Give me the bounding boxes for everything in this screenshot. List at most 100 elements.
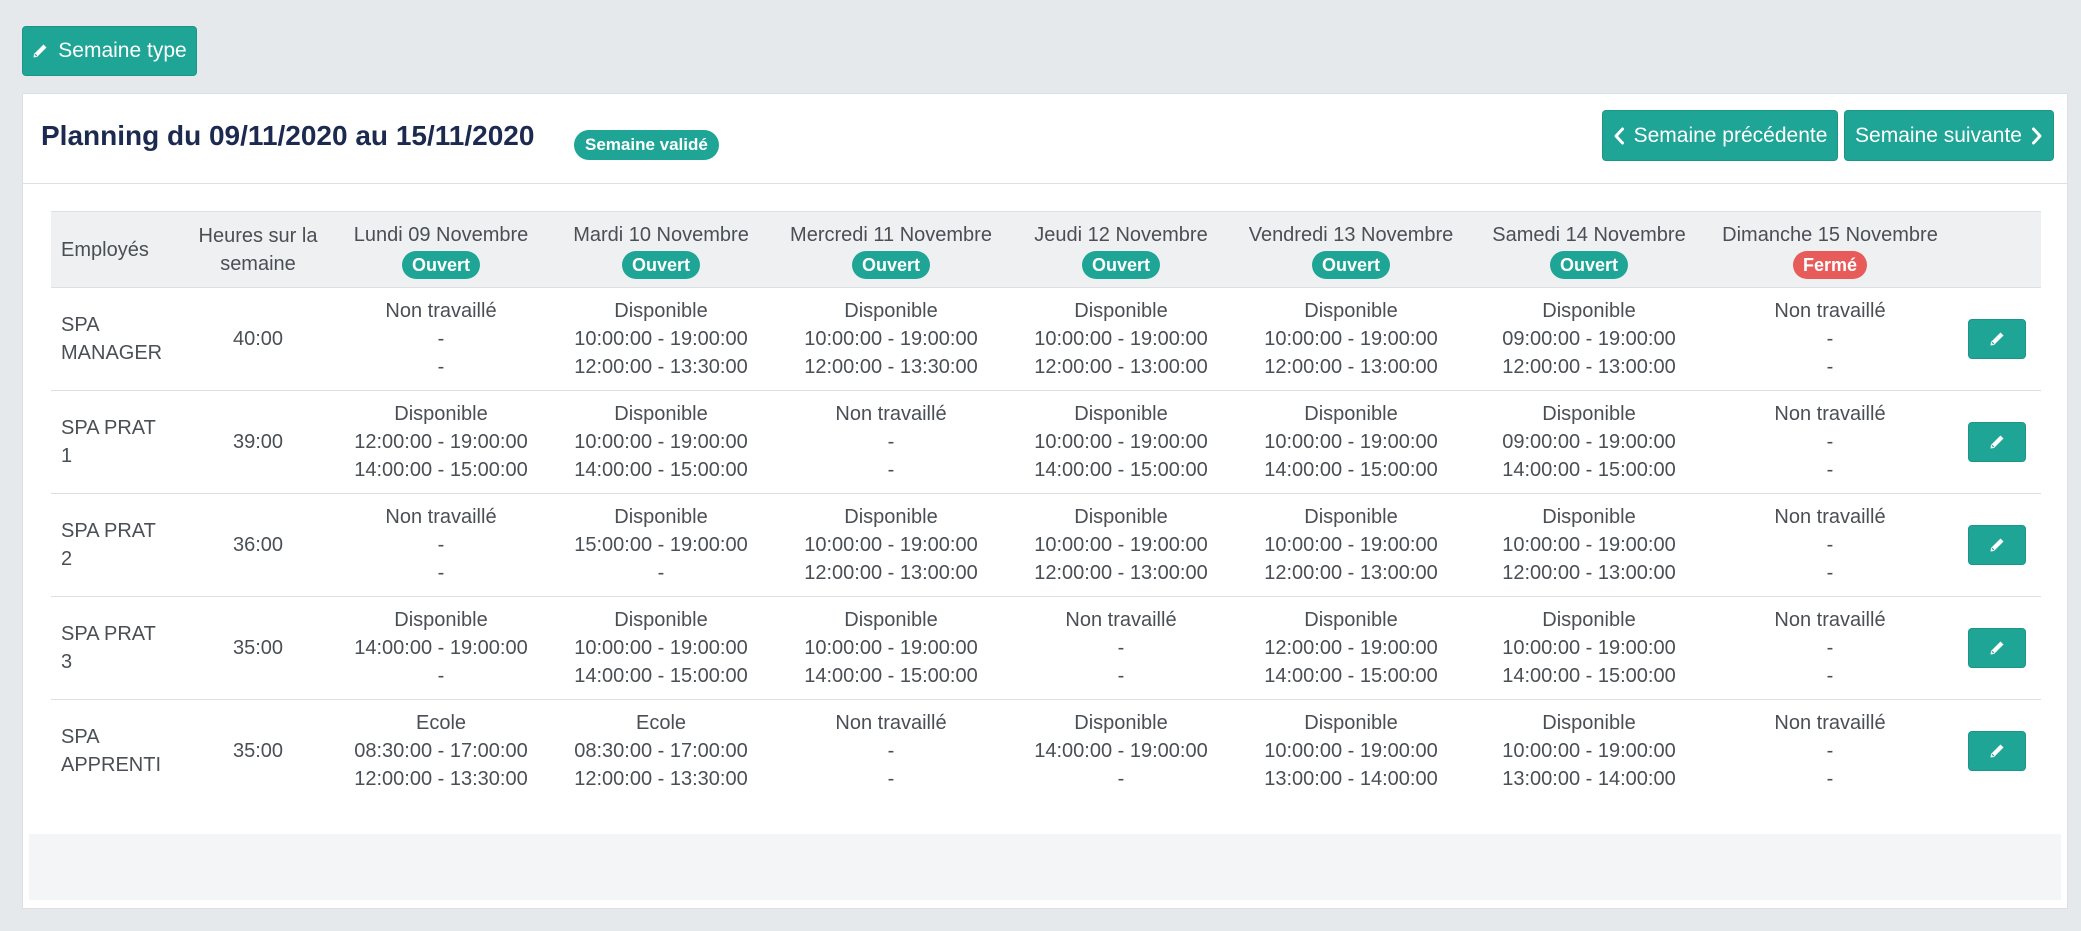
row-actions-cell	[1953, 287, 2041, 391]
previous-week-button[interactable]: Semaine précédente	[1602, 110, 1838, 161]
schedule-line: -	[437, 328, 445, 350]
schedule-line: -	[887, 431, 895, 453]
schedule-line: -	[1826, 637, 1834, 659]
day-status-badge: Ouvert	[851, 250, 931, 279]
table-row: SPA MANAGER 40:00 Non travaillé - - Disponible…	[51, 287, 2041, 391]
day-schedule-cell: Disponible 12:00:00 - 19:00:00 14:00:00 - …	[331, 390, 551, 494]
schedule-line: 14:00:00 - 15:00:00	[574, 459, 748, 481]
day-schedule-cell: Non travaillé - -	[1707, 390, 1953, 494]
schedule-line: -	[887, 459, 895, 481]
edit-schedule-button[interactable]	[1968, 628, 2026, 668]
schedule-line: Disponible	[394, 403, 488, 425]
schedule-line: 12:00:00 - 13:00:00	[1264, 562, 1438, 584]
schedule-line: Non travaillé	[1774, 403, 1886, 425]
employee-name-line2: 1	[61, 445, 73, 467]
schedule-line: 12:00:00 - 13:30:00	[804, 356, 978, 378]
planning-table-body: SPA MANAGER 40:00 Non travaillé - - Disponible…	[51, 287, 2041, 803]
schedule-line: 14:00:00 - 15:00:00	[1264, 665, 1438, 687]
schedule-line: Disponible	[844, 300, 938, 322]
day-schedule-cell: Non travaillé - -	[1707, 700, 1953, 803]
schedule-line: 10:00:00 - 19:00:00	[1502, 637, 1676, 659]
schedule-line: Disponible	[1304, 403, 1398, 425]
edit-schedule-button[interactable]	[1968, 319, 2026, 359]
weekly-hours-cell: 39:00	[185, 390, 331, 494]
day-schedule-cell: Disponible 10:00:00 - 19:00:00 12:00:00 - …	[1011, 493, 1231, 597]
employee-name-line2: 2	[61, 548, 73, 570]
schedule-line: 10:00:00 - 19:00:00	[1502, 534, 1676, 556]
schedule-line: 14:00:00 - 15:00:00	[574, 665, 748, 687]
schedule-line: Disponible	[1304, 506, 1398, 528]
pencil-icon	[1990, 538, 2004, 552]
day-schedule-cell: Disponible 10:00:00 - 19:00:00 12:00:00 - …	[771, 287, 1011, 391]
schedule-line: Disponible	[614, 300, 708, 322]
schedule-line: 10:00:00 - 19:00:00	[1264, 328, 1438, 350]
schedule-line: Disponible	[614, 609, 708, 631]
schedule-line: Non travaillé	[835, 712, 947, 735]
table-header-row: Employés Heures sur la semaine Lundi 09 …	[51, 211, 2041, 288]
next-week-label: Semaine suivante	[1855, 123, 2022, 147]
schedule-line: 12:00:00 - 13:00:00	[804, 562, 978, 584]
schedule-line: Disponible	[394, 609, 488, 631]
schedule-line: 14:00:00 - 15:00:00	[1502, 459, 1676, 481]
day-column-header: Dimanche 15 Novembre Fermé	[1707, 211, 1953, 288]
employee-name-cell: SPA PRAT 2	[51, 493, 185, 597]
semaine-type-button[interactable]: Semaine type	[22, 26, 197, 76]
actions-column-header	[1953, 211, 2041, 288]
schedule-line: 09:00:00 - 19:00:00	[1502, 431, 1676, 453]
schedule-line: 10:00:00 - 19:00:00	[1264, 431, 1438, 453]
schedule-line: Disponible	[614, 506, 708, 528]
schedule-line: 08:30:00 - 17:00:00	[354, 740, 528, 763]
schedule-line: -	[1826, 431, 1834, 453]
next-week-button[interactable]: Semaine suivante	[1844, 110, 2054, 161]
day-label: Mercredi 11 Novembre	[790, 223, 992, 246]
day-schedule-cell: Non travaillé - -	[331, 287, 551, 391]
edit-schedule-button[interactable]	[1968, 422, 2026, 462]
schedule-line: -	[437, 534, 445, 556]
day-status-badge: Fermé	[1792, 250, 1868, 279]
employee-name-cell: SPA PRAT 3	[51, 596, 185, 700]
weekly-hours-cell: 35:00	[232, 740, 284, 763]
table-row: SPA APPRENTI 35:00 Ecole 08:30:00 - 17:00:00…	[51, 700, 2041, 803]
schedule-line: Ecole	[635, 712, 687, 735]
day-schedule-cell: Non travaillé - -	[771, 390, 1011, 494]
schedule-line: -	[1826, 534, 1834, 556]
day-schedule-cell: Disponible 14:00:00 - 19:00:00 -	[331, 596, 551, 700]
day-schedule-cell: Disponible 10:00:00 - 19:00:00 12:00:00 - …	[771, 493, 1011, 597]
schedule-line: Non travaillé	[1774, 300, 1886, 322]
edit-schedule-button[interactable]	[1968, 525, 2026, 565]
day-schedule-cell: Disponible 10:00:00 - 19:00:00 14:00:00 - …	[771, 596, 1011, 700]
day-schedule-cell: Disponible 10:00:00 - 19:00:00 14:00:00 - …	[1231, 390, 1471, 494]
day-label: Vendredi 13 Novembre	[1248, 223, 1454, 246]
row-actions-cell	[1953, 390, 2041, 494]
schedule-line: 12:00:00 - 13:30:00	[354, 768, 528, 791]
day-schedule-cell: Disponible 10:00:00 - 19:00:00 13:00:00 - …	[1231, 700, 1471, 803]
schedule-line: Disponible	[1542, 712, 1636, 735]
employee-name-line1: SPA	[61, 314, 100, 336]
day-column-header: Mercredi 11 Novembre Ouvert	[771, 211, 1011, 288]
schedule-line: 10:00:00 - 19:00:00	[1264, 740, 1438, 763]
schedule-line: Disponible	[1304, 609, 1398, 631]
schedule-line: 14:00:00 - 19:00:00	[1034, 740, 1208, 763]
schedule-line: -	[1826, 740, 1834, 763]
day-schedule-cell: Ecole 08:30:00 - 17:00:00 12:00:00 - 13:30…	[331, 700, 551, 803]
chevron-right-icon	[2031, 127, 2042, 144]
table-row: SPA PRAT 3 35:00 Disponible 14:00:00 - 19:00…	[51, 596, 2041, 700]
employee-name-line1: SPA PRAT	[61, 417, 156, 439]
day-schedule-cell: Disponible 09:00:00 - 19:00:00 14:00:00 - …	[1471, 390, 1707, 494]
schedule-line: 12:00:00 - 13:30:00	[574, 356, 748, 378]
schedule-line: Non travaillé	[1774, 609, 1886, 631]
pencil-icon	[1990, 641, 2004, 655]
employee-name-line1: SPA PRAT	[61, 520, 156, 542]
schedule-line: Ecole	[415, 712, 467, 735]
day-schedule-cell: Non travaillé - -	[1707, 596, 1953, 700]
schedule-line: 10:00:00 - 19:00:00	[1502, 740, 1676, 763]
pencil-icon	[1990, 435, 2004, 449]
employee-name-line1: SPA PRAT	[61, 623, 156, 645]
panel-header: Planning du 09/11/2020 au 15/11/2020 Sem…	[23, 94, 2067, 184]
schedule-line: 10:00:00 - 19:00:00	[804, 637, 978, 659]
schedule-line: 12:00:00 - 13:00:00	[1264, 356, 1438, 378]
edit-schedule-button[interactable]	[1968, 731, 2026, 772]
schedule-line: -	[657, 562, 665, 584]
day-status-badge: Ouvert	[1549, 250, 1629, 279]
schedule-line: -	[1826, 768, 1834, 791]
